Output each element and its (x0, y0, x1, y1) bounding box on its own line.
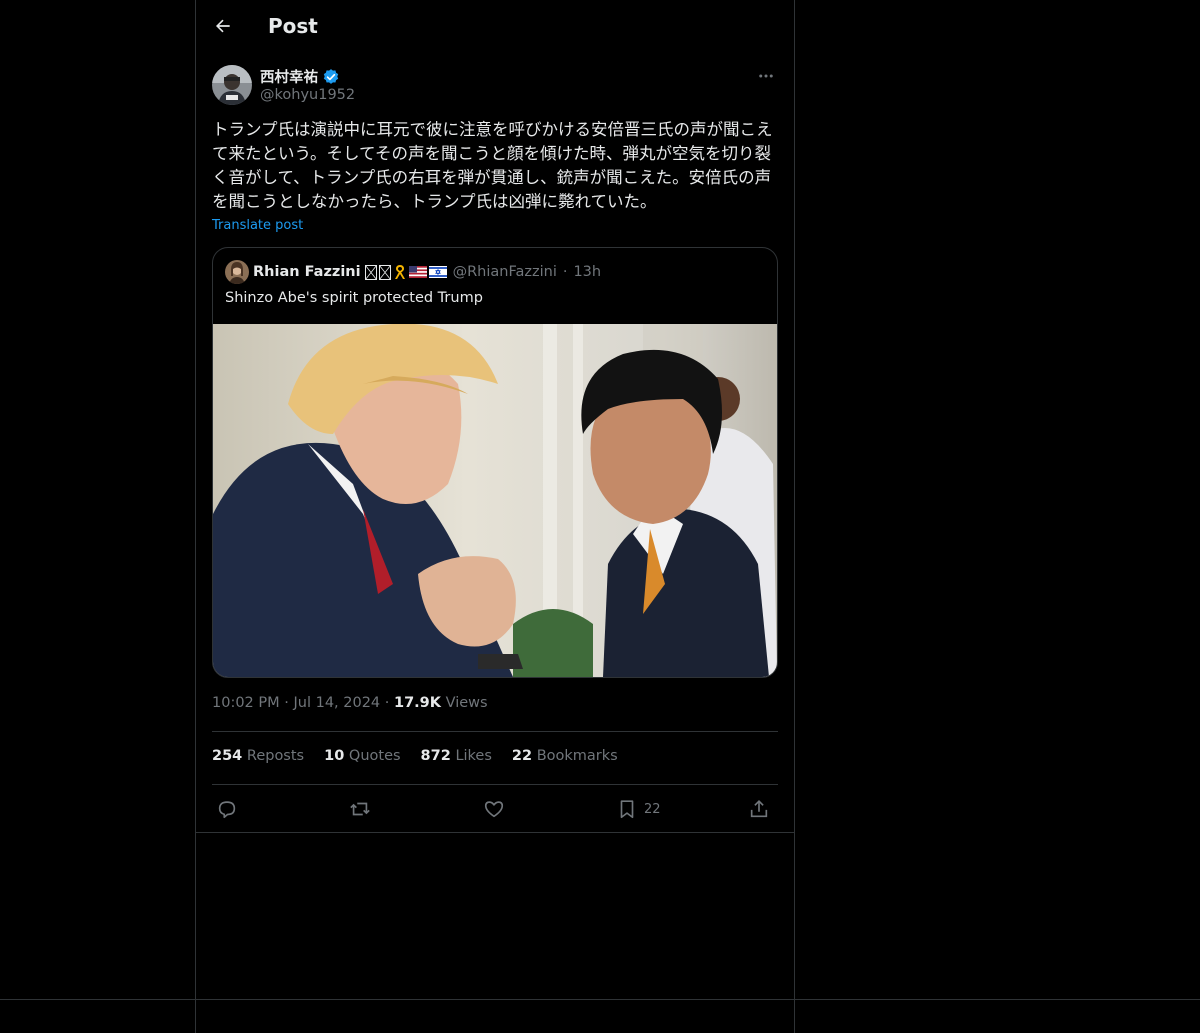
placeholder-glyph-icon (364, 264, 377, 280)
bookmark-button[interactable]: 22 (616, 795, 661, 823)
bookmark-count: 22 (644, 801, 661, 817)
quoted-post-time: 13h (573, 264, 602, 280)
quoted-author-avatar (225, 260, 249, 284)
share-button[interactable] (748, 795, 770, 823)
page: Post 西村幸祐 @kohyu1952 トランプ氏は演説中に耳元で彼に注意を呼… (0, 0, 1200, 1033)
quotes-label: Quotes (348, 748, 401, 764)
more-options-button[interactable] (754, 64, 778, 88)
column-left-border (195, 0, 196, 1033)
us-flag-icon (408, 266, 427, 278)
photo-two-men-handshake (213, 323, 777, 677)
quoted-author-handle: @RhianFazzini (452, 264, 557, 280)
repost-icon (350, 802, 370, 816)
post-text: トランプ氏は演説中に耳元で彼に注意を呼びかける安倍晋三氏の声が聞こえて来たという… (212, 120, 773, 211)
heart-icon (484, 801, 504, 818)
views-count: 17.9K (394, 695, 442, 711)
author-handle[interactable]: @kohyu1952 (260, 87, 355, 103)
israel-flag-icon (428, 266, 447, 278)
engagement-stats: 254 Reposts 10 Quotes 872 Likes 22 Bookm… (212, 748, 618, 764)
repost-button[interactable] (349, 795, 371, 823)
post-bottom-border (196, 832, 794, 833)
author-name-text: 西村幸祐 (260, 70, 318, 86)
share-icon (750, 800, 768, 818)
bookmarks-stat[interactable]: 22 Bookmarks (512, 748, 618, 764)
reply-button[interactable] (216, 795, 238, 823)
post-author: 西村幸祐 @kohyu1952 (212, 64, 778, 108)
bottom-separator (0, 999, 1200, 1000)
header: Post (196, 0, 794, 53)
post-date[interactable]: Jul 14, 2024 (293, 695, 380, 711)
like-button[interactable] (483, 795, 505, 823)
likes-count: 872 (420, 748, 451, 764)
more-horizontal-icon (759, 74, 773, 78)
quoted-post-image[interactable] (213, 323, 777, 677)
quoted-author-name: Rhian Fazzini (253, 264, 361, 280)
author-name[interactable]: 西村幸祐 (260, 66, 340, 87)
arrow-left-icon (216, 19, 230, 33)
reposts-count: 254 (212, 748, 243, 764)
separator-dot: · (562, 264, 568, 280)
author-avatar[interactable] (212, 65, 252, 105)
bookmarks-count: 22 (511, 748, 533, 764)
quoted-post-header: Rhian Fazzini @RhianFazzini · 13h (225, 260, 601, 284)
reposts-stat[interactable]: 254 Reposts (212, 748, 304, 764)
quoted-post-text: Shinzo Abe's spirit protected Trump (225, 290, 483, 306)
back-button[interactable] (208, 11, 238, 41)
reply-icon (218, 801, 236, 819)
post-time[interactable]: 10:02 PM (212, 695, 280, 711)
separator-dot: · (384, 695, 394, 711)
likes-stat[interactable]: 872 Likes (421, 748, 492, 764)
reposts-label: Reposts (246, 748, 305, 764)
divider-top (212, 731, 778, 732)
action-bar: 22 (212, 795, 778, 823)
bookmarks-label: Bookmarks (536, 748, 618, 764)
views-label: Views (445, 695, 488, 711)
yellow-ribbon-icon (394, 265, 405, 279)
quotes-stat[interactable]: 10 Quotes (324, 748, 400, 764)
column-right-border (794, 0, 795, 1033)
divider-bottom (212, 784, 778, 785)
quotes-count: 10 (324, 748, 345, 764)
translate-post-link[interactable]: Translate post (212, 218, 303, 233)
quoted-author-emoji (364, 264, 447, 280)
verified-badge-icon (323, 68, 339, 84)
placeholder-glyph-icon (378, 264, 391, 280)
bookmark-icon (620, 800, 634, 819)
quoted-post[interactable]: Rhian Fazzini @RhianFazzini · 13h Shinzo… (212, 247, 778, 678)
post-meta: 10:02 PM · Jul 14, 2024 · 17.9K Views (212, 695, 488, 711)
likes-label: Likes (455, 748, 492, 764)
page-title: Post (268, 14, 318, 38)
